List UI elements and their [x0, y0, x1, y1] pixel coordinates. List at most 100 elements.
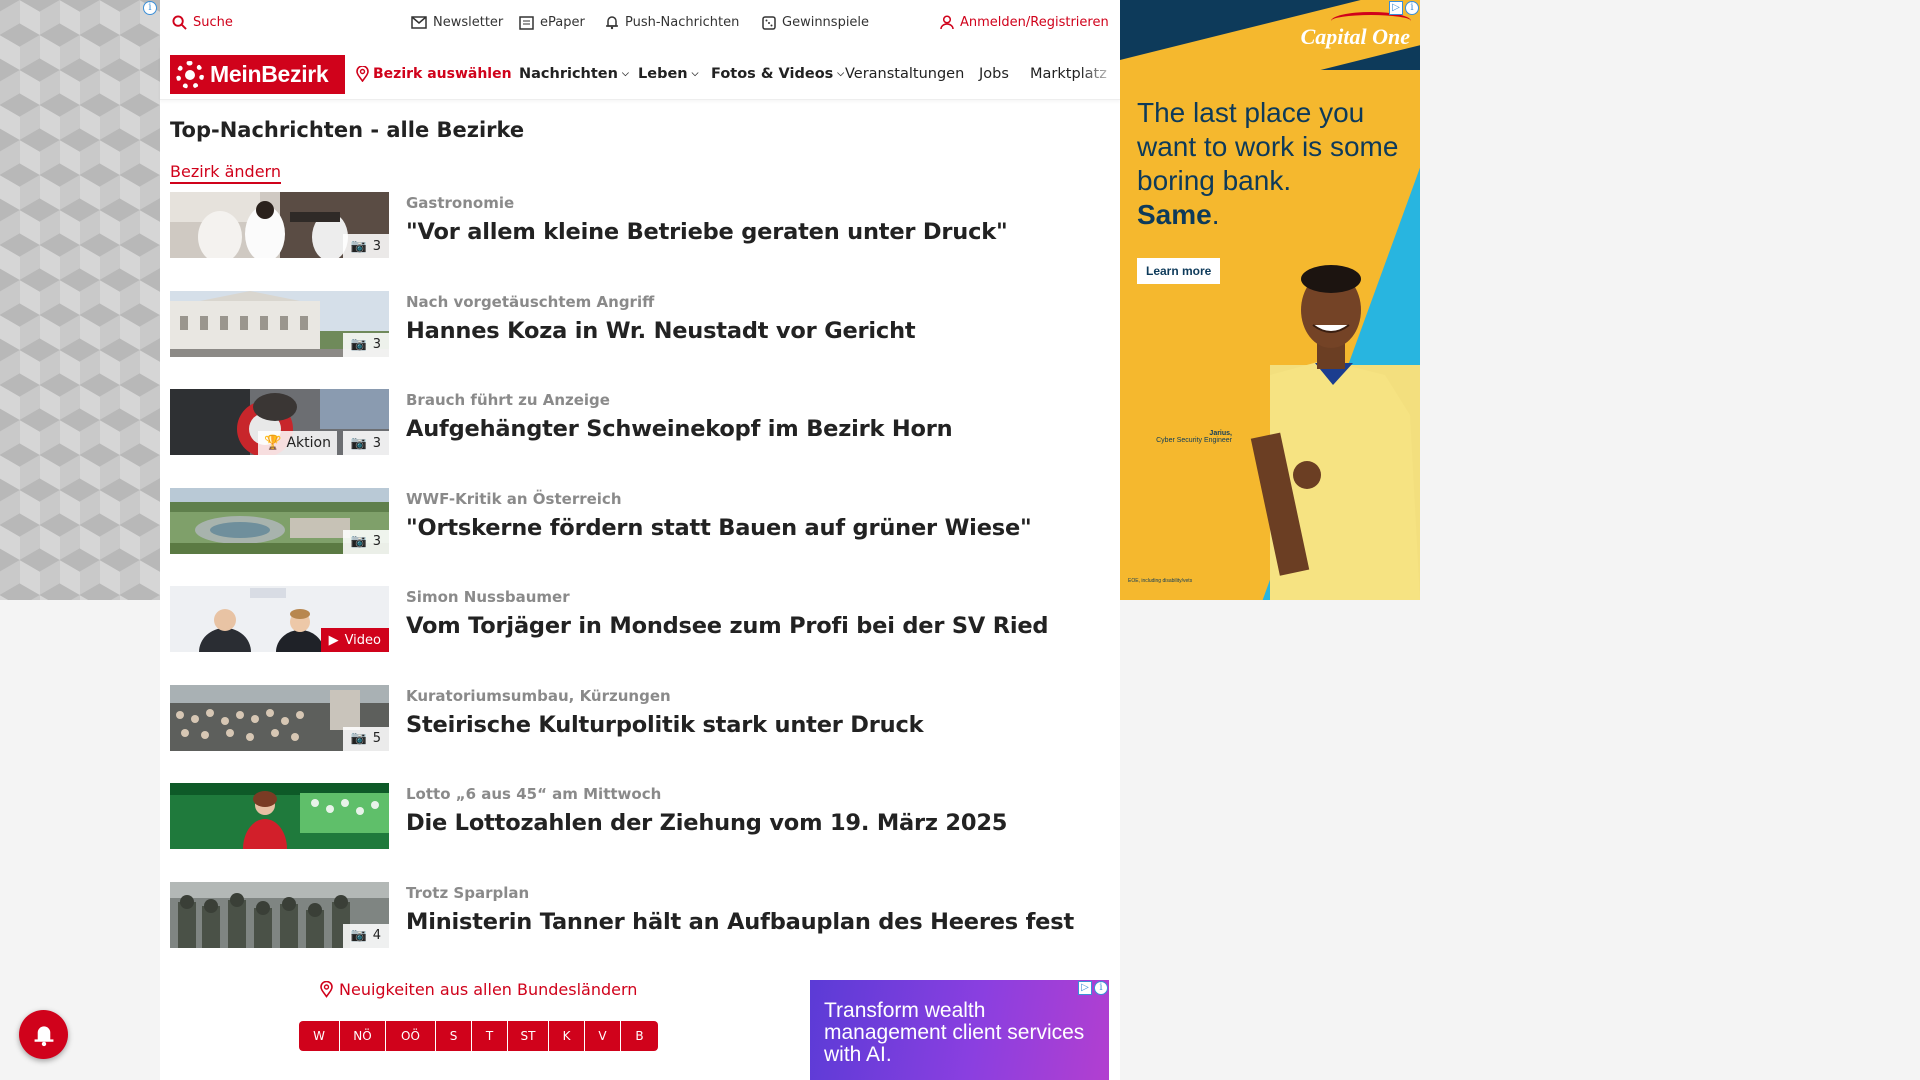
- ad-info-icon: i: [1405, 1, 1419, 15]
- video-label: Video: [344, 632, 381, 648]
- article-kicker: Gastronomie: [406, 194, 515, 212]
- article-item[interactable]: ▶ Video Simon Nussbaumer Vom Torjäger in …: [170, 586, 1110, 685]
- gallery-badge: 📷 4: [342, 923, 389, 948]
- state-button-noe[interactable]: NÖ: [340, 1021, 386, 1051]
- adchoices-badge[interactable]: ▷ i: [1389, 1, 1419, 15]
- article-thumbnail[interactable]: 📷 3: [170, 290, 389, 357]
- user-icon: [940, 15, 954, 30]
- article-kicker: Brauch führt zu Anzeige: [406, 391, 610, 409]
- article-item[interactable]: 📷 3 Gastronomie "Vor allem kleine Betrieb…: [170, 192, 1110, 291]
- state-button-st[interactable]: ST: [508, 1021, 549, 1051]
- all-states-link[interactable]: Neuigkeiten aus allen Bundesländern: [320, 980, 637, 999]
- search-icon: [172, 15, 187, 30]
- article-headline[interactable]: Ministerin Tanner hält an Aufbauplan des…: [406, 909, 1074, 935]
- ad-info-icon[interactable]: i: [143, 1, 157, 15]
- gallery-badge: 📷 3: [342, 529, 389, 554]
- bell-icon: [34, 1025, 53, 1046]
- article-item[interactable]: 📷 5 Kuratoriumsumbau, Kürzungen Steirisch…: [170, 684, 1110, 784]
- article-kicker: Nach vorgetäuschtem Angriff: [406, 292, 655, 311]
- article-kicker: Simon Nussbaumer: [406, 588, 570, 606]
- learn-more-button[interactable]: Learn more: [1137, 258, 1221, 284]
- article-kicker: WWF-Kritik an Österreich: [406, 489, 622, 508]
- state-button-v[interactable]: V: [585, 1021, 621, 1051]
- ad-person-caption: Jarius, Cyber Security Engineer: [1132, 430, 1232, 444]
- logo-mark-icon: [176, 60, 204, 89]
- article-item[interactable]: 📷 3 Nach vorgetäuschtem Angriff Hannes Ko…: [170, 290, 1110, 390]
- gallery-badge: 📷 3: [342, 234, 389, 258]
- ad-headline-period: .: [1211, 199, 1220, 230]
- article-item[interactable]: 🏆 Aktion 📷 3 Brauch führt zu Anzeige Aufge…: [170, 389, 1110, 488]
- nav-item-nachrichten[interactable]: Nachrichten ⌵: [519, 66, 629, 82]
- state-button-b[interactable]: B: [621, 1021, 658, 1051]
- push-label: Push-Nachrichten: [625, 15, 740, 30]
- article-kicker: Trotz Sparplan: [406, 883, 530, 902]
- push-notification-button[interactable]: [19, 1010, 68, 1059]
- nav-item-fotos-videos[interactable]: Fotos & Videos ⌵: [711, 66, 844, 82]
- nav-item-jobs[interactable]: Jobs: [979, 66, 1009, 82]
- login-link[interactable]: Anmelden/Registrieren: [940, 15, 1109, 30]
- trophy-icon: 🏆: [264, 435, 282, 451]
- ad-headline-emphasis: Same: [1137, 199, 1212, 230]
- adchoices-badge[interactable]: ▷ i: [1078, 981, 1108, 995]
- gallery-count: 4: [372, 928, 381, 943]
- article-thumbnail[interactable]: 📷 4: [170, 881, 389, 948]
- gallery-count: 3: [372, 238, 381, 254]
- state-button-t[interactable]: T: [472, 1021, 508, 1051]
- newsletter-label: Newsletter: [433, 15, 504, 30]
- search-label: Suche: [193, 15, 233, 30]
- article-headline[interactable]: Steirische Kulturpolitik stark unter Dru…: [406, 712, 924, 738]
- state-button-k[interactable]: K: [549, 1021, 585, 1051]
- newsletter-link[interactable]: Newsletter: [411, 15, 503, 30]
- nav-item-veranstaltungen[interactable]: Veranstaltungen: [845, 66, 964, 82]
- background-pattern: [0, 0, 160, 600]
- article-thumbnail[interactable]: 🏆 Aktion 📷 3: [170, 389, 389, 455]
- image-icon: 📷: [350, 534, 367, 549]
- nav-item-leben[interactable]: Leben ⌵: [638, 66, 698, 82]
- article-item[interactable]: Lotto „6 aus 45“ am Mittwoch Die Lottoza…: [170, 783, 1110, 882]
- article-thumbnail[interactable]: 📷 5: [170, 684, 389, 751]
- article-thumbnail[interactable]: 📷 3: [170, 487, 389, 554]
- top-utility-bar: Suche Newsletter ePaper Push-Nachrichten…: [160, 0, 1120, 46]
- article-headline[interactable]: Vom Torjäger in Mondsee zum Profi bei de…: [406, 613, 1049, 639]
- epaper-link[interactable]: ePaper: [519, 15, 585, 30]
- ad-headline-line: The last place you want to work is some …: [1137, 97, 1399, 196]
- location-pin-icon: [356, 66, 369, 82]
- image-icon: 📷: [350, 928, 367, 943]
- nav-item-label: Nachrichten: [519, 66, 618, 82]
- change-bezirk-link[interactable]: Bezirk ändern: [170, 162, 281, 184]
- gewinnspiele-link[interactable]: Gewinnspiele: [762, 15, 869, 30]
- article-headline[interactable]: Die Lottozahlen der Ziehung vom 19. März…: [406, 810, 1007, 836]
- search-link[interactable]: Suche: [172, 15, 233, 30]
- site-logo[interactable]: MeinBezirk: [170, 55, 345, 94]
- article-item[interactable]: 📷 3 WWF-Kritik an Österreich "Ortskerne f…: [170, 487, 1110, 587]
- push-link[interactable]: Push-Nachrichten: [605, 15, 739, 30]
- page-title: Top-Nachrichten - alle Bezirke: [170, 118, 525, 142]
- state-button-ooe[interactable]: OÖ: [386, 1021, 436, 1051]
- newspaper-icon: [519, 15, 534, 30]
- bezirk-select[interactable]: Bezirk auswählen: [356, 66, 512, 82]
- article-kicker: Lotto „6 aus 45“ am Mittwoch: [406, 785, 662, 803]
- article-item[interactable]: 📷 4 Trotz Sparplan Ministerin Tanner hält…: [170, 881, 1110, 981]
- aktion-badge: 🏆 Aktion: [258, 431, 337, 455]
- main-column: Suche Newsletter ePaper Push-Nachrichten…: [160, 0, 1120, 1080]
- all-states-label: Neuigkeiten aus allen Bundesländern: [339, 980, 638, 999]
- image-icon: 📷: [350, 435, 367, 451]
- gallery-count: 5: [372, 731, 381, 746]
- article-headline[interactable]: "Ortskerne fördern statt Bauen auf grüne…: [406, 515, 1032, 541]
- article-headline[interactable]: Aufgehängter Schweinekopf im Bezirk Horn: [406, 416, 953, 442]
- capital-one-ad[interactable]: Capital One The last place you want to w…: [1120, 0, 1420, 600]
- state-button-w[interactable]: W: [299, 1021, 340, 1051]
- article-headline[interactable]: "Vor allem kleine Betriebe geraten unter…: [406, 219, 1008, 245]
- promo-ad-banner[interactable]: Transform wealth management client servi…: [810, 980, 1109, 1080]
- epaper-label: ePaper: [540, 15, 585, 30]
- article-thumbnail[interactable]: 📷 3: [170, 192, 389, 258]
- article-list: 📷 3 Gastronomie "Vor allem kleine Betrieb…: [170, 192, 1110, 980]
- image-icon: 📷: [350, 238, 367, 254]
- chevron-down-icon: ⌵: [837, 69, 845, 79]
- article-headline[interactable]: Hannes Koza in Wr. Neustadt vor Gericht: [406, 318, 916, 344]
- article-thumbnail[interactable]: ▶ Video: [170, 586, 389, 652]
- article-thumbnail[interactable]: [170, 783, 389, 849]
- main-navigation: MeinBezirk Bezirk auswählen Nachrichten ⌵…: [160, 46, 1120, 100]
- state-button-s[interactable]: S: [436, 1021, 472, 1051]
- play-circle-icon: ▶: [328, 632, 339, 648]
